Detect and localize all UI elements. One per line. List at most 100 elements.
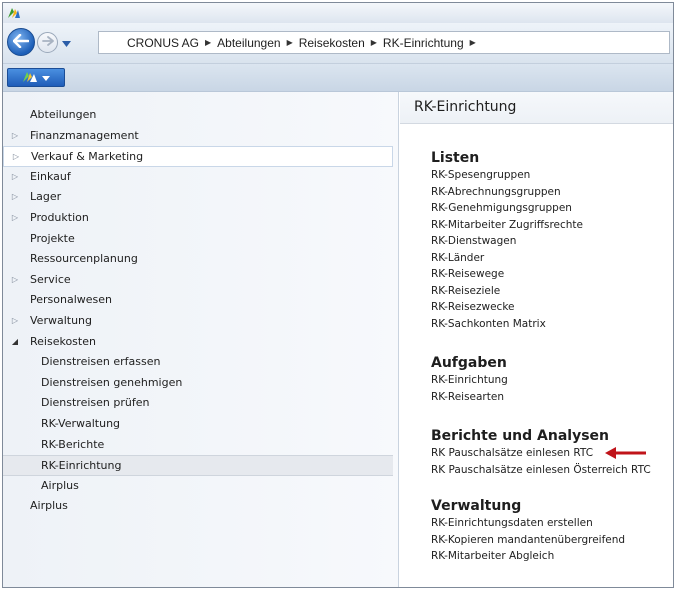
group-verwaltung: Verwaltung RK-Einrichtungsdaten erstelle… (431, 498, 625, 565)
sidebar-item-label: Ressourcenplanung (30, 252, 138, 266)
sidebar-item-label: Airplus (41, 478, 79, 492)
breadcrumb-item[interactable]: CRONUS AG (127, 36, 199, 50)
sidebar-item-rk-einrichtung[interactable]: RK-Einrichtung (3, 455, 393, 476)
sidebar-item-label: Reisekosten (30, 334, 96, 348)
breadcrumb-separator-icon[interactable]: ▶ (470, 38, 476, 47)
sidebar-item-dienstreisen-erfassen[interactable]: Dienstreisen erfassen (3, 352, 398, 373)
sidebar-item-label: Finanzmanagement (30, 128, 139, 142)
content-area: Abteilungen ▷ Finanzmanagement ▷ Verkauf… (3, 92, 673, 587)
breadcrumb[interactable]: CRONUS AG ▶ Abteilungen ▶ Reisekosten ▶ … (98, 31, 670, 54)
action-link[interactable]: RK-Reisewege (431, 266, 583, 283)
sidebar-item-airplus-sub[interactable]: Airplus (3, 476, 398, 497)
sidebar-item-label: Dienstreisen prüfen (41, 396, 150, 410)
forward-button[interactable] (37, 32, 58, 53)
sidebar-item-label: Produktion (30, 210, 89, 224)
sidebar-item-label: RK-Einrichtung (41, 459, 122, 473)
sidebar-item-label: Personalwesen (30, 293, 112, 307)
group-title: Aufgaben (431, 355, 507, 371)
sidebar-item-verkauf-marketing[interactable]: ▷ Verkauf & Marketing (3, 146, 393, 167)
sidebar-item-produktion[interactable]: ▷ Produktion (3, 208, 398, 229)
navigation-bar: CRONUS AG ▶ Abteilungen ▶ Reisekosten ▶ … (3, 23, 673, 64)
sidebar-item-finanzmanagement[interactable]: ▷ Finanzmanagement (3, 126, 398, 147)
action-link-label[interactable]: RK Pauschalsätze einlesen RTC (431, 447, 593, 459)
sidebar-item-label: Service (30, 272, 71, 286)
action-link[interactable]: RK-Länder (431, 250, 583, 267)
action-link[interactable]: RK-Reisearten (431, 389, 508, 406)
sidebar-item-label: Dienstreisen erfassen (41, 355, 161, 369)
action-link[interactable]: RK Pauschalsätze einlesen RTC (431, 445, 651, 462)
page-title: RK-Einrichtung (400, 92, 673, 124)
sidebar-item-label: Dienstreisen genehmigen (41, 375, 183, 389)
expand-arrow-icon[interactable]: ▷ (10, 208, 20, 229)
sidebar-item-ressourcenplanung[interactable]: Ressourcenplanung (3, 249, 398, 270)
breadcrumb-item[interactable]: Reisekosten (299, 36, 365, 50)
breadcrumb-item[interactable]: RK-Einrichtung (383, 36, 464, 50)
breadcrumb-separator-icon: ▶ (286, 38, 293, 47)
sidebar-item-verwaltung[interactable]: ▷ Verwaltung (3, 311, 398, 332)
sidebar-item-lager[interactable]: ▷ Lager (3, 187, 398, 208)
application-menu-button[interactable] (7, 68, 65, 87)
app-window: CRONUS AG ▶ Abteilungen ▶ Reisekosten ▶ … (2, 2, 674, 588)
group-aufgaben: Aufgaben RK-Einrichtung RK-Reisearten (431, 355, 508, 405)
sidebar-item-abteilungen[interactable]: Abteilungen (3, 105, 398, 126)
sidebar-item-dienstreisen-pruefen[interactable]: Dienstreisen prüfen (3, 393, 398, 414)
action-link[interactable]: RK-Dienstwagen (431, 233, 583, 250)
main-panel: RK-Einrichtung Listen RK-Spesengruppen R… (400, 92, 673, 587)
expand-arrow-icon[interactable]: ▷ (11, 147, 21, 168)
sidebar-item-label: RK-Verwaltung (41, 416, 121, 430)
title-bar (3, 3, 673, 23)
forward-arrow-icon (41, 36, 54, 49)
chevron-down-icon (61, 37, 71, 50)
action-link[interactable]: RK-Spesengruppen (431, 167, 583, 184)
dynamics-nav-logo-icon (7, 5, 21, 22)
sidebar-item-label: Verwaltung (30, 313, 92, 327)
navigation-pane: Abteilungen ▷ Finanzmanagement ▷ Verkauf… (3, 92, 399, 587)
sidebar-item-label: Abteilungen (30, 108, 97, 121)
back-button[interactable] (7, 28, 35, 56)
sidebar-item-service[interactable]: ▷ Service (3, 270, 398, 291)
sidebar-item-rk-verwaltung[interactable]: RK-Verwaltung (3, 414, 398, 435)
action-link[interactable]: RK-Reisezwecke (431, 299, 583, 316)
sidebar-item-label: Verkauf & Marketing (31, 150, 144, 164)
group-title: Listen (431, 150, 480, 166)
back-arrow-icon (12, 33, 30, 51)
action-link[interactable]: RK-Mitarbeiter Zugriffsrechte (431, 217, 583, 234)
expand-arrow-icon[interactable]: ▷ (10, 187, 20, 208)
sidebar-item-dienstreisen-genehmigen[interactable]: Dienstreisen genehmigen (3, 373, 398, 394)
expand-arrow-icon[interactable]: ▷ (10, 270, 20, 291)
sidebar-item-label: Einkauf (30, 169, 71, 183)
action-link[interactable]: RK-Kopieren mandantenübergreifend (431, 532, 625, 549)
expand-arrow-icon[interactable]: ▷ (10, 311, 20, 332)
breadcrumb-separator-icon: ▶ (370, 38, 377, 47)
action-link[interactable]: RK-Genehmigungsgruppen (431, 200, 583, 217)
breadcrumb-separator-icon: ▶ (205, 38, 212, 47)
action-link[interactable]: RK-Reiseziele (431, 283, 583, 300)
dynamics-nav-logo-icon (22, 70, 38, 85)
sidebar-item-projekte[interactable]: Projekte (3, 229, 398, 250)
group-title: Verwaltung (431, 498, 522, 514)
sidebar-item-label: RK-Berichte (41, 437, 105, 451)
expand-arrow-icon[interactable]: ▷ (10, 167, 20, 188)
group-berichte-und-analysen: Berichte und Analysen RK Pauschalsätze e… (431, 428, 651, 478)
sidebar-item-label: Airplus (30, 499, 68, 513)
group-title: Berichte und Analysen (431, 428, 609, 444)
action-link[interactable]: RK-Sachkonten Matrix (431, 316, 583, 333)
action-link[interactable]: RK-Mitarbeiter Abgleich (431, 548, 625, 565)
sidebar-item-label: Projekte (30, 231, 75, 245)
action-link[interactable]: RK-Einrichtung (431, 372, 508, 389)
action-link[interactable]: RK-Einrichtungsdaten erstellen (431, 515, 625, 532)
expand-arrow-icon[interactable]: ▷ (10, 126, 20, 147)
ribbon-bar (3, 64, 673, 92)
sidebar-item-rk-berichte[interactable]: RK-Berichte (3, 435, 398, 456)
chevron-down-icon (42, 71, 50, 84)
breadcrumb-item[interactable]: Abteilungen (217, 36, 280, 50)
collapse-arrow-icon[interactable]: ◢ (10, 332, 20, 353)
sidebar-item-label: Lager (30, 190, 62, 204)
history-dropdown[interactable] (61, 38, 71, 48)
sidebar-item-airplus[interactable]: Airplus (3, 496, 398, 517)
action-link[interactable]: RK-Abrechnungsgruppen (431, 184, 583, 201)
sidebar-item-einkauf[interactable]: ▷ Einkauf (3, 167, 398, 188)
red-arrow-icon (605, 447, 647, 465)
sidebar-item-reisekosten[interactable]: ◢ Reisekosten (3, 332, 398, 353)
sidebar-item-personalwesen[interactable]: Personalwesen (3, 290, 398, 311)
